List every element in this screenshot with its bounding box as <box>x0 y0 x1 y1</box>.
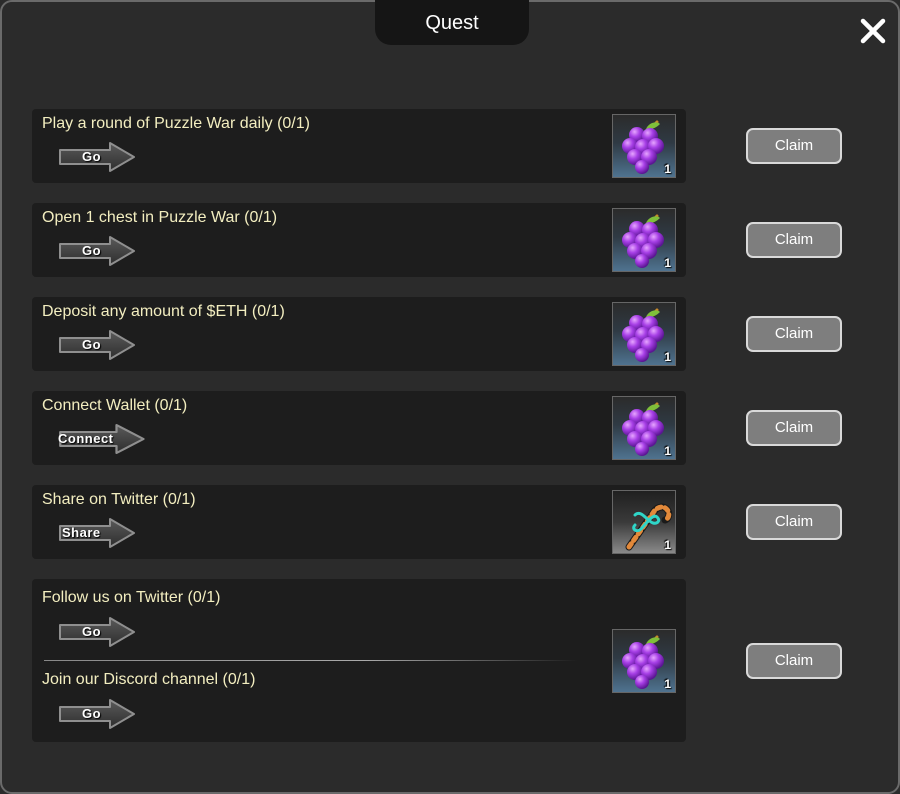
quest-row-combined: Follow us on Twitter (0/1) Go Join our D… <box>32 579 686 742</box>
go-button[interactable]: Go <box>58 141 138 173</box>
reward-slot: 1 <box>612 490 676 554</box>
quest-row: Open 1 chest in Puzzle War (0/1) Go 1 <box>32 203 686 277</box>
reward-slot: 1 <box>612 114 676 178</box>
claim-button[interactable]: Claim <box>746 643 842 679</box>
go-button-label: Go <box>82 624 102 639</box>
reward-slot: 1 <box>612 302 676 366</box>
quest-title: Join our Discord channel (0/1) <box>42 671 256 688</box>
reward-slot: 1 <box>612 629 676 693</box>
connect-button-label: Connect <box>58 431 114 446</box>
claim-button[interactable]: Claim <box>746 316 842 352</box>
go-button-label: Go <box>82 149 102 164</box>
close-icon[interactable] <box>858 16 888 46</box>
reward-quantity: 1 <box>664 350 671 364</box>
go-button-label: Go <box>82 243 102 258</box>
quest-title: Connect Wallet (0/1) <box>42 397 188 414</box>
quest-row: Share on Twitter (0/1) Share 1 <box>32 485 686 559</box>
quest-title: Share on Twitter (0/1) <box>42 491 196 508</box>
quest-row: Deposit any amount of $ETH (0/1) Go 1 <box>32 297 686 371</box>
go-button[interactable]: Go <box>58 235 138 267</box>
claim-button[interactable]: Claim <box>746 128 842 164</box>
quest-title: Deposit any amount of $ETH (0/1) <box>42 303 285 320</box>
reward-slot: 1 <box>612 396 676 460</box>
go-button-label: Go <box>82 706 102 721</box>
quest-title: Follow us on Twitter (0/1) <box>42 589 221 606</box>
go-button[interactable]: Go <box>58 329 138 361</box>
claim-button[interactable]: Claim <box>746 504 842 540</box>
go-button[interactable]: Go <box>58 698 138 730</box>
claim-button[interactable]: Claim <box>746 222 842 258</box>
reward-quantity: 1 <box>664 538 671 552</box>
reward-quantity: 1 <box>664 677 671 691</box>
share-button[interactable]: Share <box>58 517 138 549</box>
claim-button[interactable]: Claim <box>746 410 842 446</box>
quest-row: Connect Wallet (0/1) Connect 1 <box>32 391 686 465</box>
reward-quantity: 1 <box>664 444 671 458</box>
quest-title: Open 1 chest in Puzzle War (0/1) <box>42 209 278 226</box>
reward-slot: 1 <box>612 208 676 272</box>
divider <box>44 660 578 661</box>
go-button-label: Go <box>82 337 102 352</box>
connect-button[interactable]: Connect <box>58 423 148 455</box>
reward-quantity: 1 <box>664 256 671 270</box>
modal-title: Quest <box>375 0 529 45</box>
go-button[interactable]: Go <box>58 616 138 648</box>
share-button-label: Share <box>62 525 101 540</box>
reward-quantity: 1 <box>664 162 671 176</box>
quest-row: Play a round of Puzzle War daily (0/1) G… <box>32 109 686 183</box>
quest-title: Play a round of Puzzle War daily (0/1) <box>42 115 310 132</box>
